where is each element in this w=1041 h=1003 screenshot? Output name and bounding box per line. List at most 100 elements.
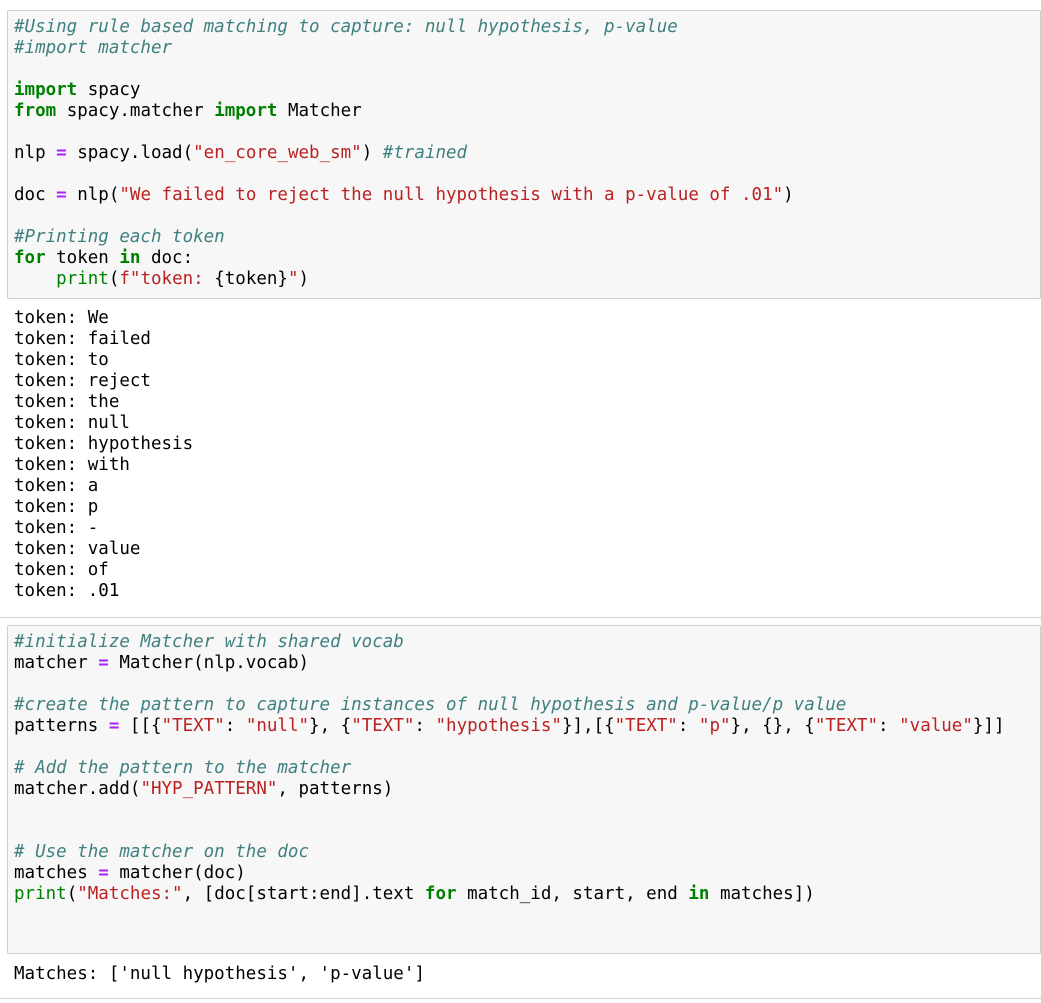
code-token: "TEXT" [351,716,415,736]
code-token: for [424,884,457,904]
code-token: print [14,884,67,904]
code-token: }, {}, { [730,716,815,736]
code-line: for token in doc: [14,248,794,269]
output-line: token: to [14,350,109,370]
output-line: token: We [14,308,109,328]
code-cell-1-output: token: We token: failed token: to token: re… [14,308,193,602]
code-token: Matcher(nlp.vocab) [108,653,310,673]
code-token: "null" [245,716,310,736]
code-token: token [45,248,120,268]
code-line: #Using rule based matching to capture: n… [14,17,794,38]
code-token: "We failed to reject the null hypothesis… [119,185,784,205]
code-token: , patterns) [277,779,394,799]
code-token: matches]) [709,884,815,904]
code-token: ( [108,269,120,289]
code-token: : [224,716,246,736]
code-token: "value" [899,716,973,736]
code-token: for [14,248,46,268]
output-line: token: value [14,539,141,559]
code-token: ) [361,143,383,163]
code-token: ( [66,884,78,904]
code-line: matches = matcher(doc) [14,863,1005,884]
code-token: spacy.matcher [56,101,215,121]
output-line: Matches: ['null hypothesis', 'p-value'] [14,964,425,984]
code-cell-1-source[interactable]: #Using rule based matching to capture: n… [14,17,794,290]
code-token: "TEXT" [161,716,225,736]
code-token: #trained [382,143,468,163]
code-token: from [14,101,57,121]
code-token: Matcher [277,101,362,121]
cell-divider [0,617,1041,618]
code-token: "p" [698,716,731,736]
code-token: "HYP_PATTERN" [140,779,278,799]
code-token: "hypothesis" [435,716,562,736]
code-cell-2-editor[interactable]: #initialize Matcher with shared vocab mat… [7,625,1041,954]
code-cell-1-editor[interactable]: #Using rule based matching to capture: n… [7,10,1041,299]
code-cell-2-source[interactable]: #initialize Matcher with shared vocab mat… [14,632,1005,905]
code-token: " [287,269,299,289]
code-token: "TEXT" [614,716,678,736]
output-line: token: the [14,392,120,412]
code-token: in [119,248,141,268]
code-token: matcher(doc) [108,863,246,883]
output-line: token: reject [14,371,151,391]
code-token: f"token: [119,269,215,289]
code-line: #Printing each token [14,227,794,248]
code-token: }]] [972,716,1005,736]
code-token: #Printing each token [14,227,225,247]
code-line: #import matcher [14,38,794,59]
output-line: token: failed [14,329,151,349]
code-token: # Add the pattern to the matcher [14,758,352,778]
code-token: nlp( [66,185,120,205]
code-token: {token} [214,269,288,289]
code-token: matcher.add( [14,779,141,799]
code-token: = [98,653,109,673]
code-token: = [56,143,67,163]
code-line: #create the pattern to capture instances… [14,695,1005,716]
code-line: import spacy [14,80,794,101]
output-line: token: p [14,497,99,517]
code-token: import [214,101,278,121]
code-token: nlp [14,143,57,163]
code-token: ) [783,185,794,205]
code-token: [[{ [119,716,162,736]
code-line: from spacy.matcher import Matcher [14,101,794,122]
code-token: = [56,185,67,205]
output-line: token: a [14,476,99,496]
code-token: match_id, start, end [456,884,689,904]
code-token: matcher [14,653,99,673]
code-line: print("Matches:", [doc[start:end].text f… [14,884,1005,905]
code-token: : [878,716,900,736]
code-token: }],[{ [561,716,615,736]
code-token: "Matches:" [77,884,183,904]
code-line: #initialize Matcher with shared vocab [14,632,1005,653]
code-token: #import matcher [14,38,173,58]
code-token: "en_core_web_sm" [193,143,362,163]
code-token: = [108,716,120,736]
output-line: token: of [14,560,109,580]
output-line: token: hypothesis [14,434,194,454]
code-token: = [98,863,109,883]
output-line: token: with [14,455,130,475]
code-token: spacy [77,80,141,100]
code-line: matcher.add("HYP_PATTERN", patterns) [14,779,1005,800]
code-token: print [56,269,109,289]
code-token: #Using rule based matching to capture: n… [14,17,678,37]
code-line: doc = nlp("We failed to reject the null … [14,185,794,206]
code-token: #initialize Matcher with shared vocab [14,632,404,652]
code-token: ) [298,269,310,289]
code-token: # Use the matcher on the doc [14,842,310,862]
code-token: spacy.load( [66,143,194,163]
code-token: import [14,80,78,100]
code-line: nlp = spacy.load("en_core_web_sm") #trai… [14,143,794,164]
code-token: doc [14,185,57,205]
